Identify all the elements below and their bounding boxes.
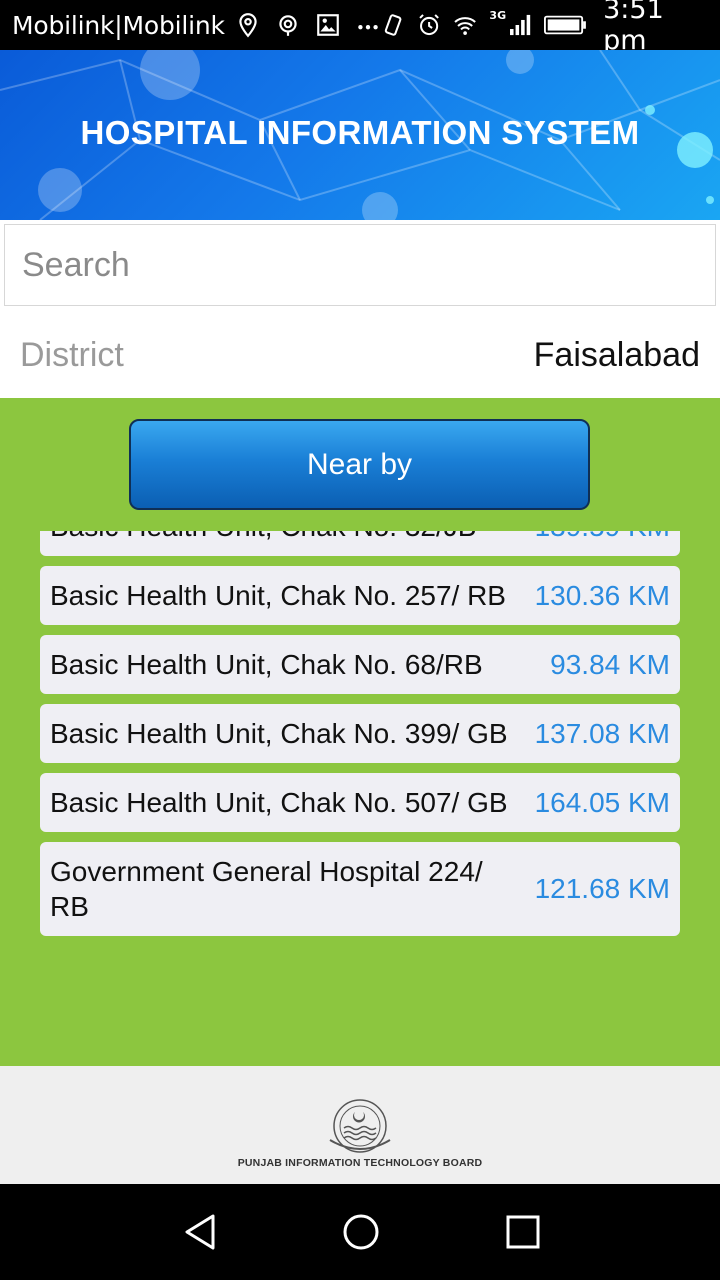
district-value[interactable]: Faisalabad bbox=[534, 336, 700, 375]
more-notifications-icon bbox=[355, 12, 381, 38]
facility-distance: 130.36 KM bbox=[534, 579, 670, 611]
wifi-icon bbox=[453, 12, 477, 38]
app-header: HOSPITAL INFORMATION SYSTEM bbox=[0, 50, 720, 220]
hotspot-icon bbox=[275, 12, 301, 38]
status-time: 3:51 pm bbox=[603, 0, 664, 56]
battery-icon bbox=[544, 12, 587, 38]
facility-distance: 93.84 KM bbox=[550, 648, 670, 680]
list-item[interactable]: Government General Hospital 224/ RB 121.… bbox=[40, 842, 680, 936]
image-icon bbox=[315, 12, 341, 38]
alarm-icon bbox=[417, 12, 441, 38]
home-icon[interactable] bbox=[341, 1212, 381, 1252]
carrier-name: Mobilink|Mobilink bbox=[12, 10, 225, 40]
status-bar: Mobilink|Mobilink 3G 3:51 pm bbox=[0, 0, 720, 56]
facility-distance: 139.59 KM bbox=[535, 531, 670, 543]
list-item[interactable]: Basic Health Unit, Chak No. 32/JB 139.59… bbox=[40, 531, 680, 556]
list-item[interactable]: Basic Health Unit, Chak No. 399/ GB 137.… bbox=[40, 704, 680, 763]
list-item[interactable]: Basic Health Unit, Chak No. 68/RB 93.84 … bbox=[40, 635, 680, 694]
location-icon bbox=[235, 12, 261, 38]
facility-name: Basic Health Unit, Chak No. 507/ GB bbox=[50, 787, 508, 818]
list-item[interactable]: Basic Health Unit, Chak No. 507/ GB 164.… bbox=[40, 773, 680, 832]
network-type-label: 3G bbox=[489, 8, 507, 22]
facility-distance: 164.05 KM bbox=[534, 786, 670, 818]
facility-name: Basic Health Unit, Chak No. 32/JB bbox=[50, 531, 535, 544]
search-input[interactable] bbox=[4, 224, 716, 306]
facility-name: Government General Hospital 224/ RB bbox=[50, 856, 483, 922]
punjab-government-logo bbox=[329, 1099, 391, 1153]
facility-list[interactable]: Basic Health Unit, Chak No. 32/JB 139.59… bbox=[0, 531, 720, 1066]
vibrate-icon bbox=[381, 12, 405, 38]
footer: PUNJAB INFORMATION TECHNOLOGY BOARD bbox=[0, 1066, 720, 1184]
facility-name: Basic Health Unit, Chak No. 257/ RB bbox=[50, 580, 506, 611]
system-navigation-bar bbox=[0, 1184, 720, 1280]
district-selector[interactable]: District Faisalabad bbox=[0, 312, 720, 398]
facility-distance: 137.08 KM bbox=[534, 717, 670, 749]
district-label: District bbox=[20, 335, 124, 374]
list-item[interactable]: Basic Health Unit, Chak No. 257/ RB 130.… bbox=[40, 566, 680, 625]
facility-name: Basic Health Unit, Chak No. 399/ GB bbox=[50, 718, 508, 749]
facility-distance: 121.68 KM bbox=[534, 873, 670, 904]
page-title: HOSPITAL INFORMATION SYSTEM bbox=[80, 114, 640, 151]
footer-org-name: PUNJAB INFORMATION TECHNOLOGY BOARD bbox=[237, 1157, 483, 1169]
search-container bbox=[0, 220, 720, 312]
near-by-button[interactable]: Near by bbox=[129, 419, 590, 510]
signal-icon bbox=[508, 12, 532, 38]
back-icon[interactable] bbox=[181, 1212, 221, 1252]
recent-apps-icon[interactable] bbox=[503, 1212, 543, 1252]
facility-name: Basic Health Unit, Chak No. 68/RB bbox=[50, 649, 483, 680]
results-panel: Near by Basic Health Unit, Chak No. 32/J… bbox=[0, 398, 720, 1066]
